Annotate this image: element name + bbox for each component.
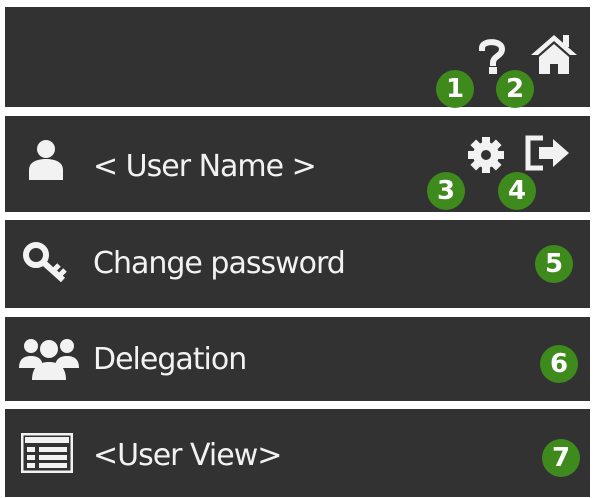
help-icon[interactable] [478, 37, 506, 75]
home-badge: 2 [496, 70, 534, 108]
header-bar: 1 2 [5, 7, 590, 108]
user-name[interactable]: < User Name > [93, 152, 317, 182]
delegation-label: Delegation [93, 342, 247, 377]
user-row: < User Name > 3 4 [5, 116, 590, 212]
menu-item-change-password[interactable]: Change password 5 [5, 220, 590, 308]
user-view-badge: 7 [542, 439, 580, 477]
help-badge: 1 [436, 70, 474, 108]
menu-item-delegation[interactable]: Delegation 6 [5, 317, 590, 401]
logout-icon[interactable] [523, 135, 571, 171]
user-view-label: <User View> [93, 438, 282, 473]
menu-item-user-view[interactable]: <User View> 7 [5, 409, 590, 497]
logout-badge: 4 [498, 172, 536, 210]
list-view-icon [21, 433, 73, 473]
change-password-badge: 5 [535, 245, 573, 283]
user-icon [27, 138, 65, 180]
change-password-label: Change password [93, 246, 346, 281]
settings-icon[interactable] [466, 135, 506, 175]
settings-badge: 3 [427, 172, 465, 210]
delegation-badge: 6 [540, 345, 578, 383]
home-icon[interactable] [529, 31, 579, 75]
key-icon [23, 242, 71, 282]
group-icon [19, 336, 79, 380]
